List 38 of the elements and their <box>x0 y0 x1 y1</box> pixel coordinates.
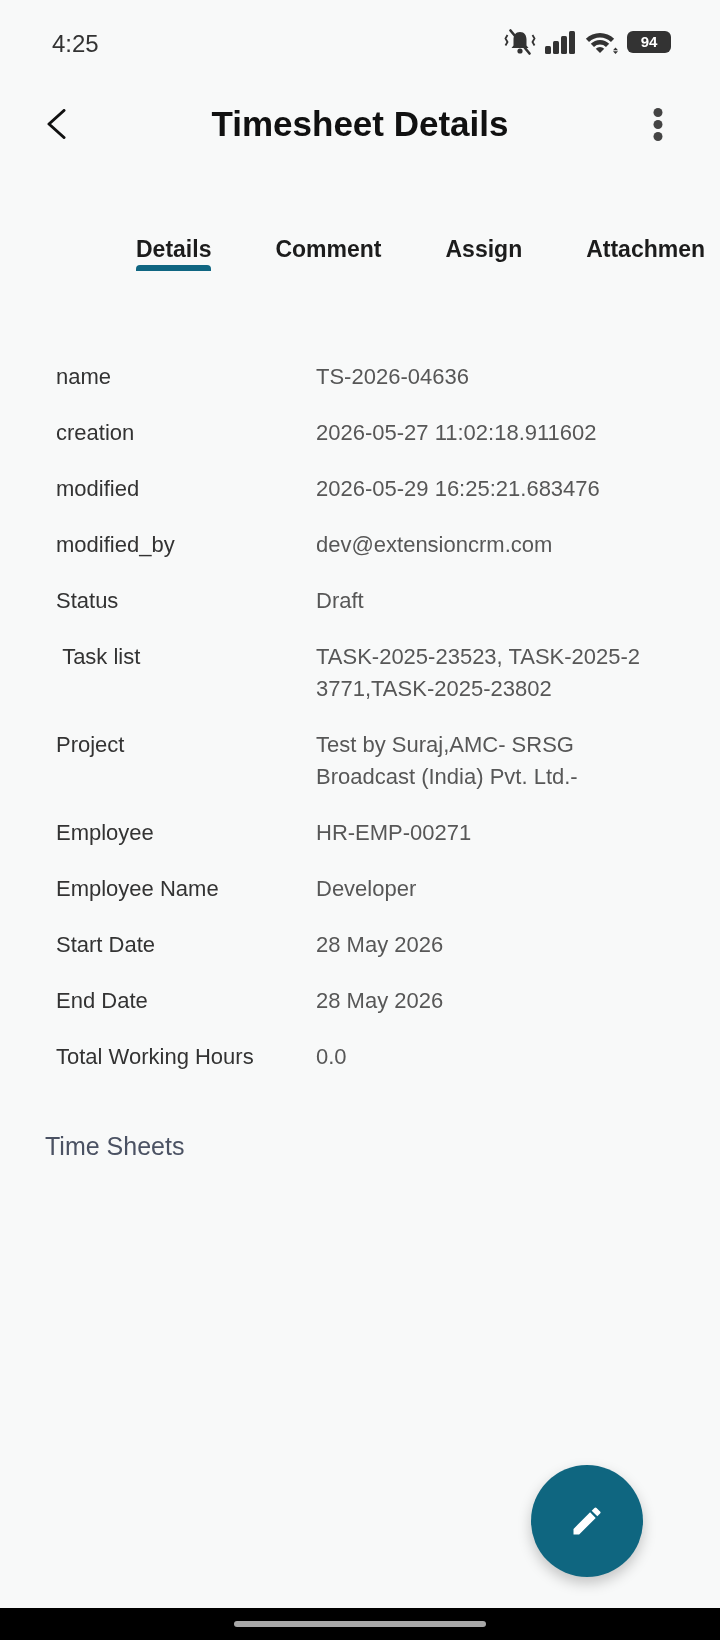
detail-label: Employee Name <box>56 875 220 903</box>
detail-label: Employee <box>56 819 155 847</box>
status-time: 4:25 <box>52 30 99 58</box>
detail-label: Project <box>56 731 126 759</box>
detail-label: Status <box>56 587 120 615</box>
tab[interactable]: Details <box>136 235 212 271</box>
detail-value: Draft <box>316 587 365 615</box>
edit-button[interactable] <box>531 1465 643 1577</box>
bell-off-icon <box>504 29 536 55</box>
detail-value: 28 May 2026 <box>316 931 445 959</box>
detail-value: TS-2026-04636 <box>316 363 470 391</box>
detail-value: TASK-2025-23523, TASK-2025-23771,TASK-2025-23802 <box>316 643 642 703</box>
detail-value: Test by Suraj,AMC- SRSG Broadcast (India) Pvt. Ltd.- <box>316 731 579 791</box>
more-icon <box>653 107 663 141</box>
detail-value: dev@extensioncrm.com <box>316 531 554 559</box>
detail-value: HR-EMP-00271 <box>316 819 473 847</box>
tab[interactable]: Assign <box>445 235 523 271</box>
back-icon <box>47 109 66 139</box>
detail-label: creation <box>56 419 136 447</box>
page-title: Timesheet Details <box>210 103 510 145</box>
battery-indicator: 94 <box>627 31 671 53</box>
detail-value: 2026-05-27 11:02:18.911602 <box>316 419 598 447</box>
detail-label: name <box>56 363 113 391</box>
tab[interactable]: Comment <box>275 235 382 271</box>
wifi-icon <box>585 30 618 54</box>
detail-label: Total Working Hours <box>56 1043 255 1071</box>
detail-label: modified_by <box>56 531 176 559</box>
detail-label: End Date <box>56 987 149 1015</box>
detail-label: Start Date <box>56 931 157 959</box>
detail-value: Developer <box>316 875 418 903</box>
detail-label: Task list <box>61 643 142 671</box>
section-title: Time Sheets <box>45 1131 186 1162</box>
tab[interactable]: Attachmen <box>586 235 706 271</box>
detail-value: 2026-05-29 16:25:21.683476 <box>316 475 601 503</box>
signal-icon <box>545 30 576 54</box>
detail-value: 28 May 2026 <box>316 987 445 1015</box>
detail-value: 0.0 <box>316 1043 348 1071</box>
detail-label: modified <box>56 475 141 503</box>
